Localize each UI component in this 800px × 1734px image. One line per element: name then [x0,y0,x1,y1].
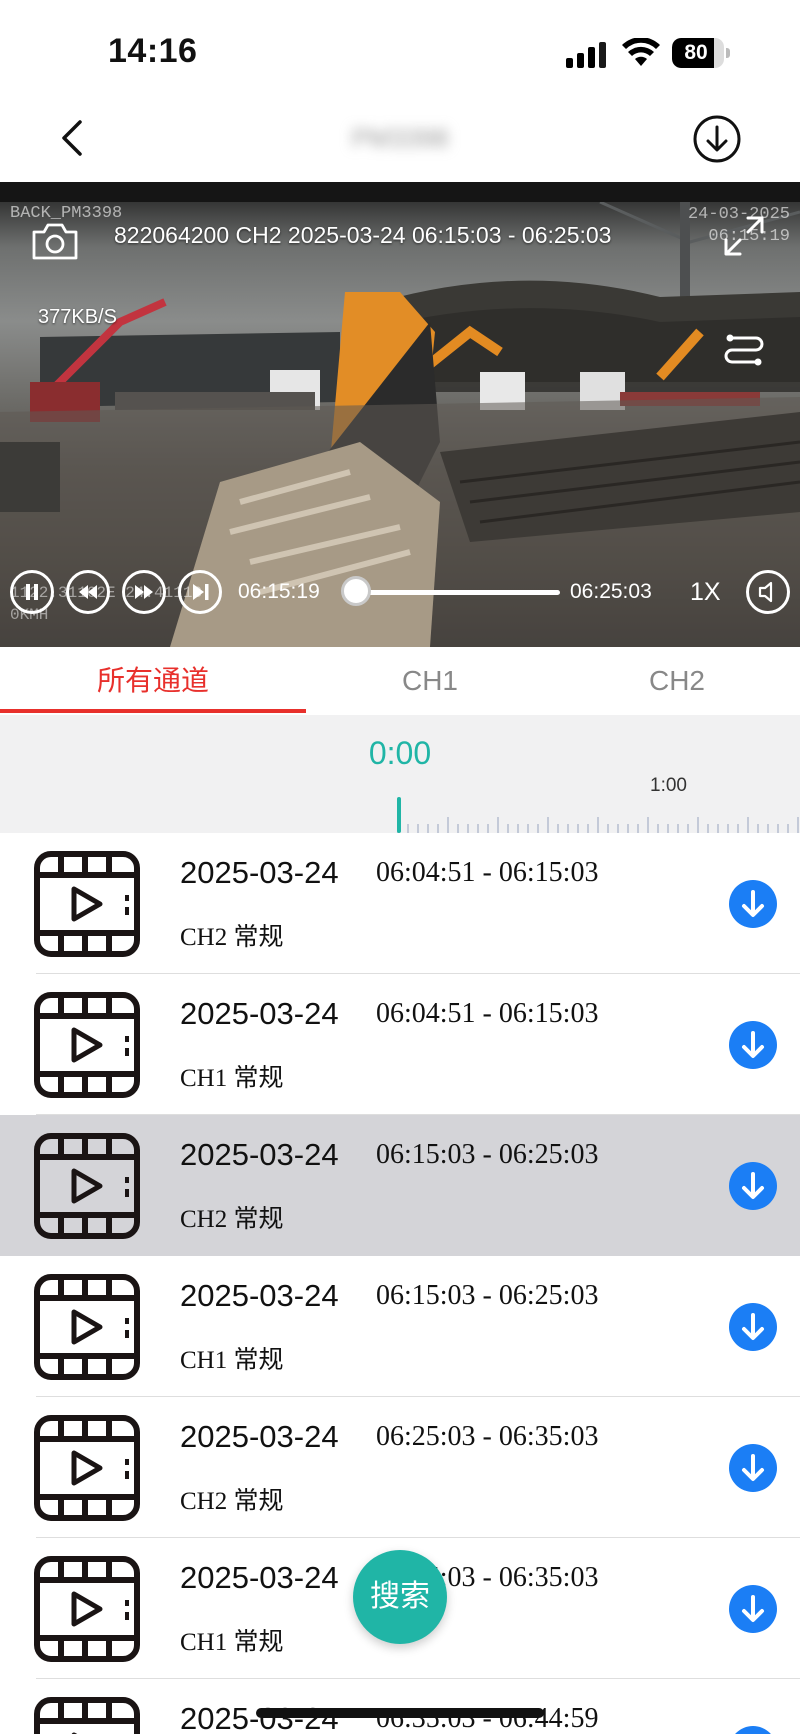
video-file-icon [34,992,140,1098]
progress-bar[interactable] [341,576,560,606]
page-title: PM3398 [351,123,449,153]
recording-channel: CH2 常规 [180,924,284,951]
back-chevron-icon[interactable] [52,116,92,160]
video-file-icon [34,1274,140,1380]
recording-date: 2025-03-24 [180,996,339,1031]
download-circle-icon[interactable] [692,114,742,164]
recording-row[interactable]: 2025-03-2406:35:03 - 06:44:59 [0,1679,800,1734]
route-switch-icon[interactable] [722,328,766,372]
video-file-icon [34,1415,140,1521]
bitrate-label: 377KB/S [38,306,117,328]
rewind-icon [79,585,97,599]
video-file-icon [34,1133,140,1239]
playback-info: 822064200 CH2 2025-03-24 06:15:03 - 06:2… [114,222,612,248]
recording-channel: CH1 常规 [180,1347,284,1374]
rewind-button[interactable] [66,570,110,614]
video-file-icon [34,1556,140,1662]
skip-next-icon [193,584,209,600]
cellular-signal-icon [566,42,606,68]
recording-date: 2025-03-24 [180,1278,339,1313]
recording-row[interactable]: 2025-03-24 06:04:51 - 06:15:03 CH1 常规 [0,974,800,1115]
total-time: 06:25:03 [570,580,652,603]
recording-row[interactable]: 2025-03-24 06:04:51 - 06:15:03 CH2 常规 [0,833,800,974]
recording-date: 2025-03-24 [180,1137,339,1172]
fast-forward-icon [135,585,153,599]
status-bar: 14:16 80 [0,0,800,96]
tab-ch2[interactable]: CH2 [554,647,800,715]
tab-ch1[interactable]: CH1 [306,647,554,715]
tab-all-channels[interactable]: 所有通道 [0,647,306,715]
home-indicator [256,1708,544,1718]
video-file-icon [34,851,140,957]
recording-date: 2025-03-24 [180,1560,339,1595]
recording-row[interactable]: 2025-03-24 06:15:03 - 06:25:03 CH1 常规 [0,1256,800,1397]
recording-date: 2025-03-24 [180,855,339,890]
speaker-icon [758,581,773,603]
fullscreen-icon[interactable] [722,214,766,258]
snapshot-camera-icon[interactable] [30,220,80,262]
recording-date: 2025-03-24 [180,1419,339,1454]
battery-percent: 80 [684,41,708,64]
search-button[interactable]: 搜索 [353,1550,447,1644]
wifi-icon [622,38,660,66]
download-button[interactable] [729,1021,777,1069]
video-player[interactable]: BACK_PM3398 24-03-2025 06:15:19 1122.311… [0,182,800,647]
recording-time-range: 06:04:51 - 06:15:03 [376,857,599,888]
nav-bar: PM3398 [0,96,800,182]
recording-time-range: 06:15:03 - 06:25:03 [376,1280,599,1311]
download-button[interactable] [729,1303,777,1351]
video-frame [0,182,800,647]
fast-forward-button[interactable] [122,570,166,614]
download-button[interactable] [729,1585,777,1633]
playback-speed-button[interactable]: 1X [690,578,721,607]
active-tab-indicator [0,709,306,713]
volume-button[interactable] [746,570,790,614]
pause-icon [26,584,38,600]
download-button[interactable] [729,1162,777,1210]
download-button[interactable] [729,1444,777,1492]
timeline-ruler[interactable] [396,809,800,833]
channel-tabs: 所有通道 CH1 CH2 [0,647,800,715]
recording-channel: CH2 常规 [180,1206,284,1233]
recording-channel: CH2 常规 [180,1488,284,1515]
battery-icon: 80 [672,38,730,68]
current-time: 06:15:19 [238,580,320,603]
video-file-icon [34,1697,140,1734]
recording-row[interactable]: 2025-03-24 06:15:03 - 06:25:03 CH2 常规 [0,1115,800,1256]
status-time: 14:16 [108,32,198,70]
pause-button[interactable] [10,570,54,614]
timeline-cursor[interactable] [397,797,401,833]
recording-row[interactable]: 2025-03-24 06:25:03 - 06:35:03 CH2 常规 [0,1397,800,1538]
timeline-current-time: 0:00 [368,735,432,771]
recording-time-range: 06:25:03 - 06:35:03 [376,1421,599,1452]
timeline[interactable]: 0:00 1:00 [0,715,800,833]
download-button[interactable] [729,1726,777,1734]
recording-channel: CH1 常规 [180,1629,284,1656]
recording-channel: CH1 常规 [180,1065,284,1092]
next-segment-button[interactable] [178,570,222,614]
recording-time-range: 06:15:03 - 06:25:03 [376,1139,599,1170]
timeline-tick-label: 1:00 [650,775,687,796]
recording-time-range: 06:04:51 - 06:15:03 [376,998,599,1029]
download-button[interactable] [729,880,777,928]
